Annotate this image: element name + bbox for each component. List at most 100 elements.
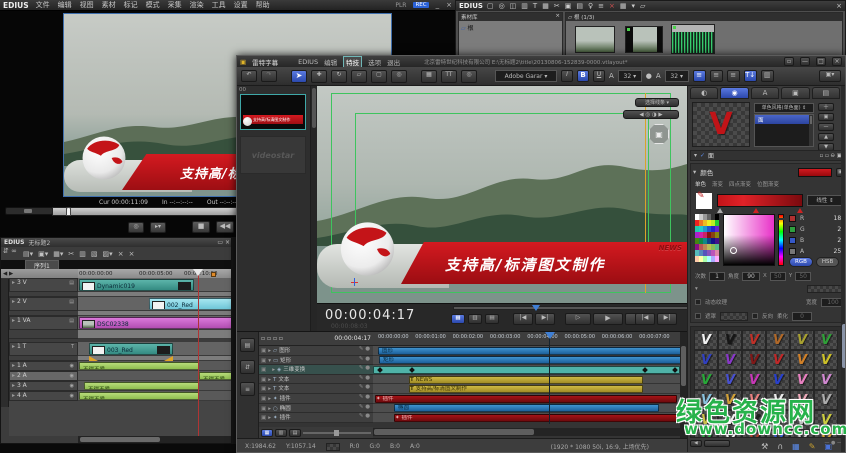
texture-swatch[interactable] — [807, 285, 845, 293]
layers-icon[interactable]: ≡ — [240, 382, 255, 396]
bin-clip-audio[interactable] — [671, 24, 715, 54]
search-icon[interactable]: ◎ — [499, 2, 505, 10]
timeline-hscrollbar[interactable] — [78, 436, 232, 443]
track-view-b[interactable]: ▥ — [275, 429, 287, 437]
transition-mark[interactable] — [89, 356, 98, 361]
import-icon[interactable]: ≡ — [598, 2, 604, 10]
track-header-3V[interactable]: ▸ 3 V▤ — [9, 278, 78, 292]
y-input[interactable]: 50 — [795, 272, 811, 281]
open-icon[interactable]: ▣▾ — [38, 250, 48, 258]
save-icon[interactable]: ▦▾ — [53, 250, 63, 258]
cut-icon[interactable]: ✂ — [554, 2, 560, 10]
style-preset[interactable]: V — [742, 330, 766, 350]
zoom-slider[interactable] — [303, 432, 371, 434]
origin-gizmo-y[interactable] — [354, 278, 355, 286]
gradient-stop[interactable] — [753, 208, 759, 213]
font-size-select[interactable]: 32 ▾ — [618, 70, 642, 82]
delete-out-icon[interactable]: × — [129, 250, 135, 258]
timeline-bar-支持高/标清图文制作[interactable]: T 支持高/标清图文制作 — [409, 385, 643, 393]
add-title-icon[interactable]: T — [533, 2, 537, 10]
style-preset[interactable]: V — [742, 370, 766, 390]
soften-input[interactable]: 0 — [792, 312, 812, 321]
track-tools-icon[interactable]: ▫ ▫ ▫ ▫ — [261, 335, 283, 342]
bin-root-folder[interactable]: 根 — [468, 25, 474, 32]
shuttle-slider[interactable] — [5, 207, 53, 215]
dynamic-texture-checkbox[interactable] — [695, 299, 701, 305]
zoom-tool[interactable]: ◎ — [461, 70, 477, 83]
wrap-button[interactable]: ▥ — [761, 70, 774, 82]
timeline-bar-矩形[interactable]: 矩形 — [379, 356, 686, 364]
view-grid-icon[interactable]: ▦ — [620, 2, 627, 10]
char-size-select[interactable]: 32 ▾ — [665, 70, 689, 82]
clip-002_Red[interactable]: 002_Red — [149, 298, 232, 310]
camera-widget[interactable]: ▣ — [649, 124, 669, 144]
track-header-1VA[interactable]: ▸ 1 VA▤ — [9, 316, 78, 330]
titler-max-button[interactable]: □ — [816, 57, 826, 66]
track-header-3A[interactable]: ▸ 3 A◉ — [9, 381, 78, 391]
times-input[interactable]: 1 — [709, 272, 725, 281]
font-family-select[interactable]: Adobe Garar ▾ — [495, 70, 557, 82]
titler-playhead[interactable] — [549, 332, 550, 424]
copy-icon[interactable]: ▥ — [79, 250, 86, 258]
prev-key-button[interactable]: |◀ — [635, 313, 655, 325]
delete-in-icon[interactable]: × — [118, 250, 124, 258]
panel-vscrollbar[interactable] — [841, 86, 846, 453]
hue-slider[interactable] — [778, 214, 784, 266]
eyedropper-swatch[interactable]: ✎ — [695, 192, 713, 210]
mask-checkbox[interactable] — [695, 313, 701, 319]
tool-box-icon[interactable]: ▣ — [824, 442, 832, 451]
titler-close-button[interactable]: × — [832, 57, 842, 66]
tab-text[interactable]: A — [751, 87, 779, 99]
clip-不得不爱[interactable]: 不得不爱 — [79, 392, 199, 400]
play-button[interactable]: ▶ — [593, 313, 623, 325]
clip-003_Red[interactable]: 003_Red — [89, 343, 173, 355]
track-header-4A[interactable]: ▸ 4 A◉ — [9, 391, 78, 401]
go-end-button[interactable]: ▶| — [535, 313, 555, 325]
italic-button[interactable]: I — [561, 70, 573, 82]
transition-mark[interactable] — [164, 356, 173, 361]
add-clip-icon[interactable]: ▥ — [521, 2, 528, 10]
tab-image[interactable]: ▣ — [781, 87, 809, 99]
style-preset[interactable]: V — [718, 350, 742, 370]
tab-object[interactable]: ◉ — [720, 87, 748, 99]
style-type-select[interactable]: 单色风格(单色面) ⇕ — [754, 103, 814, 113]
hsb-mode-button[interactable]: HSB — [816, 257, 839, 267]
scroll-thumb[interactable] — [704, 440, 730, 447]
search-button[interactable]: ◎ — [128, 222, 144, 233]
rewind-button[interactable]: ◀◀ — [216, 221, 234, 233]
object-track-文本[interactable]: ▣▸T文本✎ ● — [259, 375, 373, 385]
edit-canvas[interactable]: NEWS 支持高/标清图文制作 选择线条 ▾ ◀ ◎ ◑ ▶ ▣ — [317, 86, 687, 303]
bold-button[interactable]: B — [577, 70, 589, 82]
rgb-mode-button[interactable]: RGB — [789, 257, 813, 267]
window-icon[interactable]: ▢ — [487, 2, 494, 10]
x-input[interactable]: 50 — [770, 272, 786, 281]
tool-pen-icon[interactable]: ✎ — [809, 442, 816, 451]
underline-button[interactable]: U — [593, 70, 605, 82]
layer-add-button[interactable]: ＋ — [818, 103, 834, 111]
object-track-图形[interactable]: ▣▸▱图形✎ ● — [259, 346, 373, 356]
menu-item[interactable]: 编辑 — [58, 0, 72, 10]
style-preset[interactable]: V — [694, 370, 718, 390]
track-header-2V[interactable]: ▸ 2 V▤ — [9, 297, 78, 311]
globe-graphic[interactable] — [339, 218, 396, 280]
menu-item[interactable]: 文件 — [36, 0, 50, 10]
canvas-overlay-toolbar[interactable]: ◀ ◎ ◑ ▶ — [623, 110, 679, 119]
minimize-button[interactable]: _ — [436, 1, 440, 9]
playhead[interactable] — [198, 269, 199, 444]
playhead-handle[interactable] — [193, 269, 203, 276]
style-preset[interactable]: V — [742, 350, 766, 370]
close-button[interactable]: × — [446, 1, 452, 9]
select-tool[interactable]: ➤ — [291, 70, 307, 83]
collapse-icon[interactable]: ▾ — [695, 286, 698, 292]
stop-button[interactable]: ■ — [192, 221, 210, 233]
clip-不得不爱[interactable]: 不得不爱 — [79, 362, 199, 370]
tab-page[interactable]: ▤ — [812, 87, 840, 99]
tool-grid-icon[interactable]: ▦ — [792, 442, 800, 451]
color-tab-bitmap[interactable]: 位图渐变 — [757, 180, 779, 190]
track-view-c[interactable]: ▤ — [289, 429, 301, 437]
layer-remove-button[interactable]: － — [818, 123, 834, 131]
skew-tool[interactable]: ▱ — [351, 70, 367, 83]
style-preset[interactable]: V — [766, 350, 790, 370]
style-preset[interactable]: V — [790, 350, 814, 370]
track-header-1T[interactable]: ▸ 1 TT — [9, 342, 78, 356]
